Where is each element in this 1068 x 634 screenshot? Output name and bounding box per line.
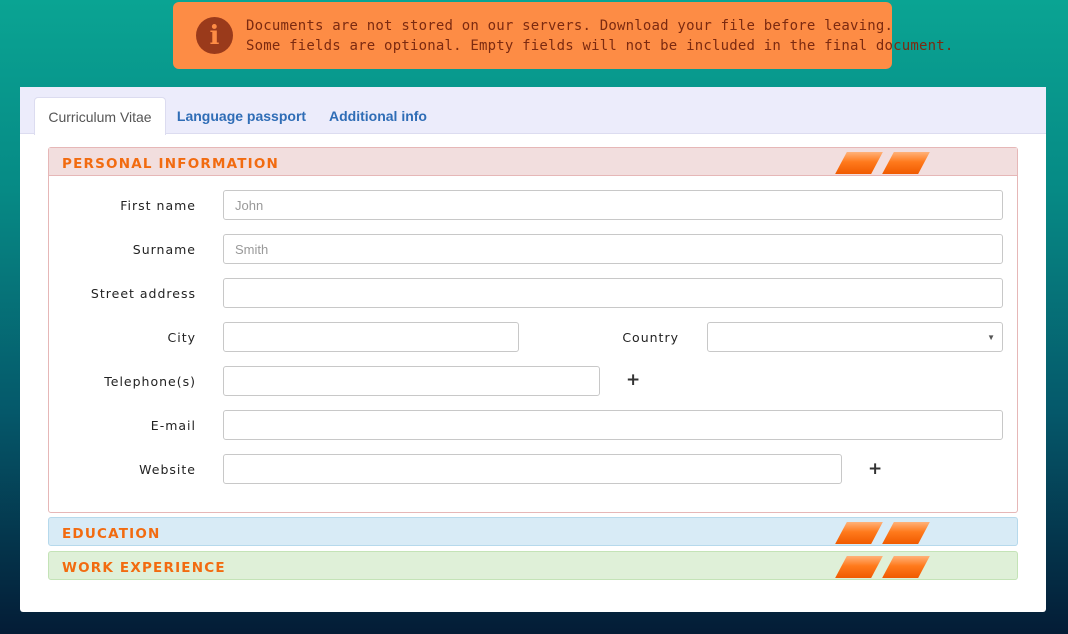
telephone-label: Telephone(s) [104,374,196,389]
section-title-personal: PERSONAL INFORMATION [62,156,280,172]
tab-language-passport[interactable]: Language passport [170,97,313,135]
stripe-decoration [882,556,930,578]
section-header-education[interactable]: EDUCATION [49,518,1017,546]
section-header-personal[interactable]: PERSONAL INFORMATION [49,148,1017,176]
tab-additional-info[interactable]: Additional info [318,97,438,135]
stripe-decoration [882,522,930,544]
street-address-input[interactable] [223,278,1003,308]
stripe-decoration [835,556,883,578]
surname-input[interactable]: Smith [223,234,1003,264]
city-input[interactable] [223,322,519,352]
add-telephone-icon[interactable]: + [626,372,640,389]
info-banner: i Documents are not stored on our server… [173,2,953,69]
decorative-stripes [833,552,933,580]
section-personal-information: PERSONAL INFORMATION First name John Sur… [48,147,1018,513]
tab-bar: Curriculum Vitae Language passport Addit… [20,87,1046,135]
telephone-input[interactable] [223,366,600,396]
section-work-experience[interactable]: WORK EXPERIENCE [48,551,1018,580]
chevron-down-icon: ▼ [987,333,995,342]
section-education[interactable]: EDUCATION [48,517,1018,546]
add-website-icon[interactable]: + [868,461,882,478]
decorative-stripes [833,518,933,546]
first-name-input[interactable]: John [223,190,1003,220]
website-input[interactable] [223,454,842,484]
tab-curriculum-vitae[interactable]: Curriculum Vitae [34,97,166,135]
email-label: E-mail [150,418,196,433]
stripe-decoration [835,152,883,174]
section-title-education: EDUCATION [62,526,161,542]
section-header-work[interactable]: WORK EXPERIENCE [49,552,1017,580]
decorative-stripes [833,148,933,175]
banner-line-1: Documents are not stored on our servers.… [246,18,894,34]
stripe-decoration [882,152,930,174]
first-name-label: First name [120,198,196,213]
country-select[interactable]: ▼ [707,322,1003,352]
email-input[interactable] [223,410,1003,440]
banner-line-2: Some fields are optional. Empty fields w… [246,38,954,54]
website-label: Website [139,462,196,477]
country-label: Country [622,330,679,345]
city-label: City [167,330,196,345]
banner-message: Documents are not stored on our servers.… [246,16,954,56]
section-title-work: WORK EXPERIENCE [62,560,226,576]
main-panel: Curriculum Vitae Language passport Addit… [20,87,1046,612]
surname-label: Surname [132,242,196,257]
street-address-label: Street address [90,286,196,301]
info-icon: i [196,17,233,54]
stripe-decoration [835,522,883,544]
